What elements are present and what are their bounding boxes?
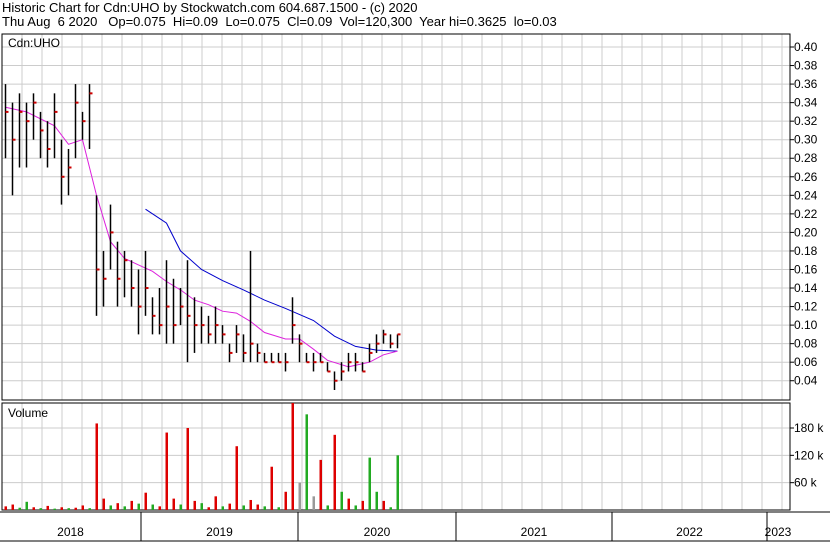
volume-bar (25, 501, 28, 510)
volume-bar (179, 504, 182, 510)
price-tick-label: 0.22 (794, 207, 818, 221)
volume-bar (95, 423, 98, 510)
x-tick-label: 2019 (206, 525, 233, 539)
volume-bar (88, 508, 91, 510)
volume-bar (67, 508, 70, 510)
volume-tick-label: 120 k (794, 448, 824, 462)
stock-chart: 0.40 0.38 0.36 0.34 0.32 0.30 0.28 0.26 0.24 0.22… (0, 33, 830, 542)
volume-bar (284, 491, 287, 510)
volume-bar (186, 428, 189, 510)
price-tick-label: 0.38 (794, 59, 818, 73)
volume-bar (165, 432, 168, 510)
volume-bar (298, 482, 301, 510)
price-tick-label: 0.32 (794, 114, 818, 128)
volume-bar (256, 504, 259, 510)
volume-bar (228, 503, 231, 510)
volume-bar (340, 491, 343, 510)
volume-bar (235, 446, 238, 510)
volume-bar (221, 506, 224, 510)
price-tick-label: 0.16 (794, 262, 818, 276)
price-tick-label: 0.04 (794, 374, 818, 388)
price-tick-label: 0.26 (794, 170, 818, 184)
volume-bar (11, 504, 14, 510)
volume-bar (270, 466, 273, 510)
price-tick-label: 0.40 (794, 40, 818, 54)
volume-bar (291, 403, 294, 510)
volume-bar (396, 455, 399, 510)
volume-bar (347, 498, 350, 510)
volume-bar (389, 507, 392, 510)
volume-bar (382, 500, 385, 510)
volume-bar (4, 506, 7, 510)
volume-bar (144, 492, 147, 510)
x-tick-label: 2023 (765, 525, 792, 539)
volume-bar (214, 496, 217, 510)
volume-bar (123, 506, 126, 510)
price-tick-label: 0.18 (794, 244, 818, 258)
volume-bar (319, 459, 322, 510)
volume-bar (361, 500, 364, 510)
price-tick-label: 0.34 (794, 96, 818, 110)
volume-bar (53, 508, 56, 510)
volume-bar (116, 503, 119, 510)
volume-bar (277, 507, 280, 510)
price-tick-label: 0.24 (794, 188, 818, 202)
volume-bar (193, 500, 196, 510)
x-tick-label: 2020 (364, 525, 391, 539)
volume-bar (102, 498, 105, 510)
price-tick-label: 0.20 (794, 225, 818, 239)
price-tick-label: 0.14 (794, 281, 818, 295)
price-tick-label: 0.28 (794, 151, 818, 165)
volume-bar (158, 506, 161, 510)
price-tick-label: 0.12 (794, 300, 818, 314)
volume-bar (263, 506, 266, 510)
volume-bar (60, 507, 63, 510)
price-panel-label: Cdn:UHO (8, 36, 60, 50)
volume-bar (326, 505, 329, 510)
volume-bar (249, 499, 252, 510)
volume-bar (368, 457, 371, 510)
volume-bar (74, 507, 77, 510)
volume-bar (81, 505, 84, 510)
x-tick-label: 2022 (676, 525, 703, 539)
x-tick-label: 2021 (521, 525, 548, 539)
volume-bar (200, 503, 203, 510)
volume-bar (39, 508, 42, 510)
x-tick-label: 2018 (57, 525, 84, 539)
volume-bar (242, 505, 245, 510)
price-tick-label: 0.36 (794, 77, 818, 91)
volume-bar (207, 507, 210, 510)
volume-bar (130, 500, 133, 510)
volume-bar (151, 504, 154, 510)
volume-bar (109, 505, 112, 510)
volume-bar (46, 505, 49, 510)
price-tick-label: 0.08 (794, 337, 818, 351)
volume-bar (172, 498, 175, 510)
volume-bar (137, 503, 140, 510)
moving-average-long (145, 208, 398, 352)
volume-bar (354, 505, 357, 510)
price-tick-label: 0.06 (794, 355, 818, 369)
volume-bar (32, 507, 35, 510)
volume-bar (375, 491, 378, 510)
volume-bar (312, 496, 315, 510)
volume-tick-label: 180 k (794, 421, 824, 435)
volume-panel-frame (1, 402, 791, 511)
volume-bar (305, 414, 308, 510)
volume-panel-label: Volume (8, 406, 48, 420)
price-tick-label: 0.30 (794, 133, 818, 147)
volume-bar (333, 434, 336, 510)
price-tick-label: 0.10 (794, 318, 818, 332)
volume-tick-label: 60 k (794, 476, 818, 490)
volume-bar (18, 507, 21, 510)
price-panel-frame (1, 33, 791, 401)
